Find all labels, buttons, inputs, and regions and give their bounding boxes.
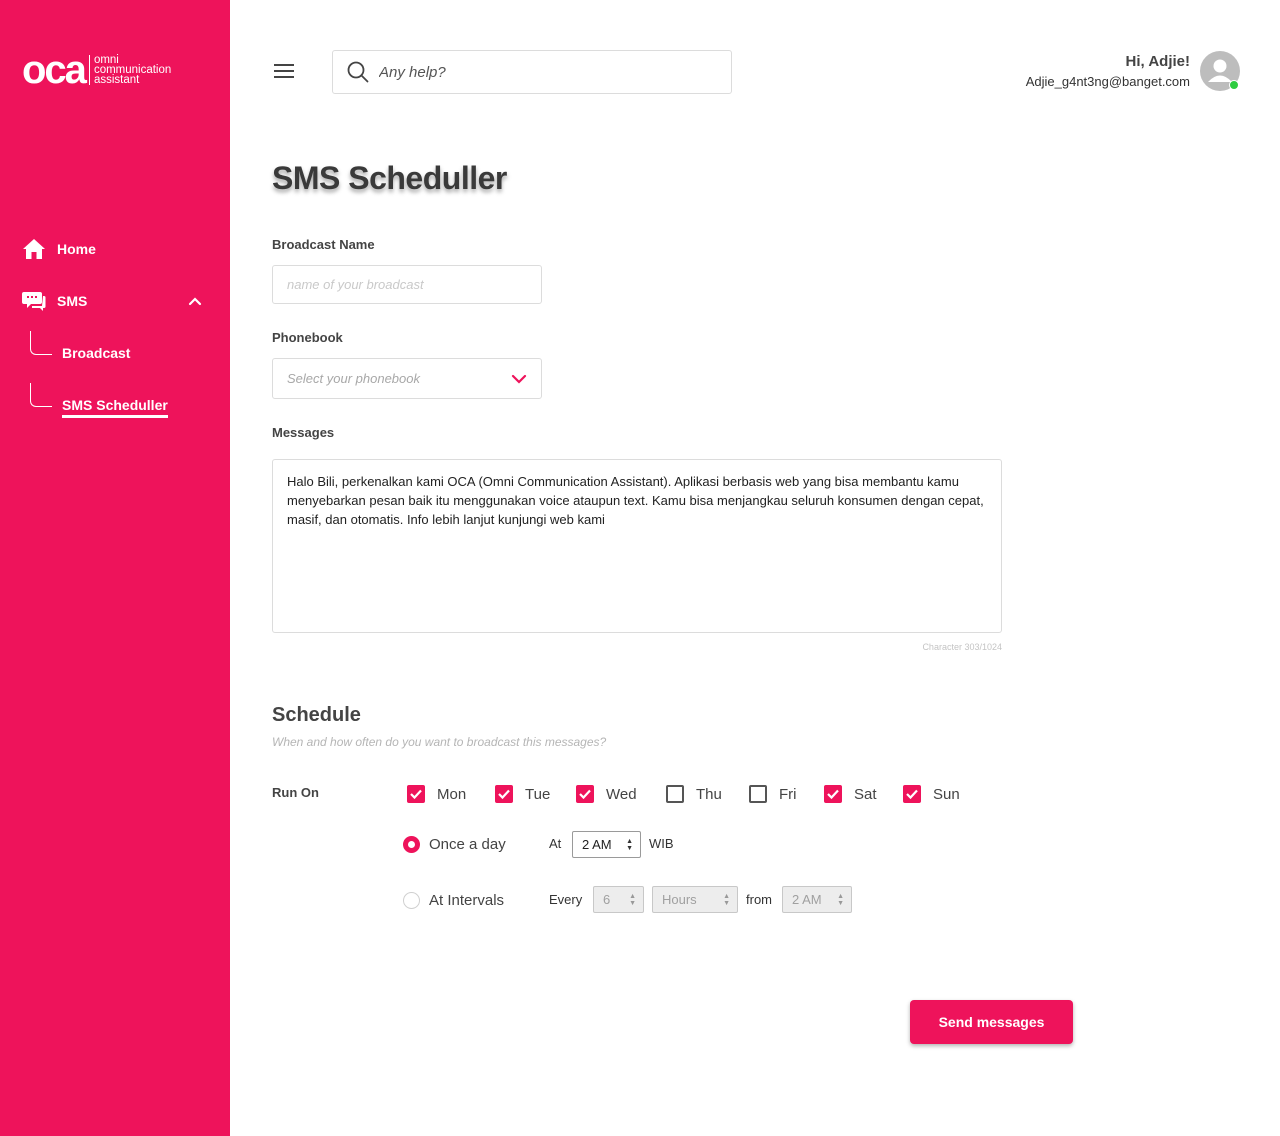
messages-label: Messages (272, 425, 335, 440)
day-sun-checkbox[interactable]: Sun (903, 785, 960, 803)
radio-label: Once a day (429, 836, 506, 853)
day-label: Wed (606, 785, 637, 803)
search-bar[interactable] (332, 50, 732, 94)
day-label: Sat (854, 785, 877, 803)
logo-text: omni communication assistant (93, 54, 171, 86)
checkbox-checked-icon (576, 785, 594, 803)
tree-connector (30, 383, 52, 407)
day-label: Sun (933, 785, 960, 803)
menu-icon[interactable] (274, 64, 294, 80)
checkbox-unchecked-icon (749, 785, 767, 803)
messages-textarea[interactable]: Halo Bili, perkenalkan kami OCA (Omni Co… (272, 459, 1002, 633)
day-mon-checkbox[interactable]: Mon (407, 785, 466, 803)
checkbox-checked-icon (824, 785, 842, 803)
online-status-dot (1229, 80, 1239, 90)
day-label: Mon (437, 785, 467, 803)
logo-line-3: assistant (93, 74, 140, 86)
character-count: Character 303/1024 (922, 642, 1002, 652)
day-thu-checkbox[interactable]: Thu (666, 785, 722, 803)
spinner-arrows-icon: ▲ ▼ (626, 838, 633, 852)
day-label: Thu (696, 785, 722, 803)
every-label: Every (549, 892, 583, 907)
run-on-label: Run On (272, 785, 319, 800)
at-intervals-radio[interactable]: At Intervals (403, 892, 504, 909)
chevron-down-icon (511, 374, 527, 384)
chevron-up-icon[interactable] (188, 294, 202, 308)
spinner-arrows-icon: ▲ ▼ (723, 893, 730, 907)
schedule-title: Schedule (272, 704, 361, 726)
day-fri-checkbox[interactable]: Fri (749, 785, 797, 803)
at-label: At (549, 836, 562, 851)
user-greeting: Hi, Adjie! (1125, 53, 1190, 70)
page-title: SMS Scheduller (272, 160, 507, 196)
interval-unit-select[interactable]: Hours ▲ ▼ (652, 886, 738, 913)
radio-unselected-icon (403, 892, 420, 909)
user-info: Hi, Adjie! Adjie_g4nt3ng@banget.com (1026, 53, 1190, 89)
logo[interactable]: oca omni communication assistant (22, 48, 171, 92)
day-tue-checkbox[interactable]: Tue (495, 785, 550, 803)
chat-icon (22, 289, 46, 313)
day-label: Fri (779, 785, 797, 803)
from-label: from (746, 892, 772, 907)
checkbox-checked-icon (407, 785, 425, 803)
home-icon (22, 237, 46, 261)
checkbox-checked-icon (495, 785, 513, 803)
spinner-arrows-icon: ▲ ▼ (629, 893, 636, 907)
sidebar-item-sms[interactable]: SMS (22, 289, 87, 313)
day-label: Tue (525, 785, 551, 803)
day-wed-checkbox[interactable]: Wed (576, 785, 637, 803)
search-input[interactable] (379, 63, 699, 81)
interval-count-value: 6 (603, 892, 611, 907)
checkbox-unchecked-icon (666, 785, 684, 803)
sidebar-item-label: Home (57, 241, 96, 257)
day-sat-checkbox[interactable]: Sat (824, 785, 877, 803)
radio-selected-icon (403, 836, 420, 853)
search-icon (347, 61, 369, 83)
sidebar-item-home[interactable]: Home (22, 237, 96, 261)
phonebook-select[interactable]: Select your phonebook (272, 358, 542, 399)
interval-unit-value: Hours (662, 892, 697, 907)
sidebar-item-label: SMS (57, 293, 88, 309)
sidebar: oca omni communication assistant Home SM… (0, 0, 230, 1136)
send-messages-button[interactable]: Send messages (910, 1000, 1073, 1044)
broadcast-name-label: Broadcast Name (272, 237, 375, 252)
logo-mark: oca (22, 48, 87, 92)
once-time-value: 2 AM (582, 837, 612, 852)
logo-divider (88, 55, 90, 85)
timezone-label: WIB (649, 836, 674, 851)
spinner-arrows-icon: ▲ ▼ (837, 893, 844, 907)
tree-connector (30, 331, 52, 355)
interval-count-select[interactable]: 6 ▲ ▼ (593, 886, 644, 913)
once-time-select[interactable]: 2 AM ▲ ▼ (572, 831, 641, 858)
phonebook-label: Phonebook (272, 330, 343, 345)
phonebook-placeholder: Select your phonebook (287, 371, 420, 386)
sidebar-subitem-sms-scheduller[interactable]: SMS Scheduller (62, 397, 168, 418)
once-a-day-radio[interactable]: Once a day (403, 836, 506, 853)
broadcast-name-input[interactable] (272, 265, 542, 304)
sidebar-subitem-broadcast[interactable]: Broadcast (62, 345, 130, 361)
schedule-subtitle: When and how often do you want to broadc… (272, 735, 607, 749)
checkbox-checked-icon (903, 785, 921, 803)
radio-label: At Intervals (429, 892, 505, 909)
user-email: Adjie_g4nt3ng@banget.com (1025, 74, 1190, 89)
interval-start-select[interactable]: 2 AM ▲ ▼ (782, 886, 852, 913)
interval-start-value: 2 AM (792, 892, 822, 907)
